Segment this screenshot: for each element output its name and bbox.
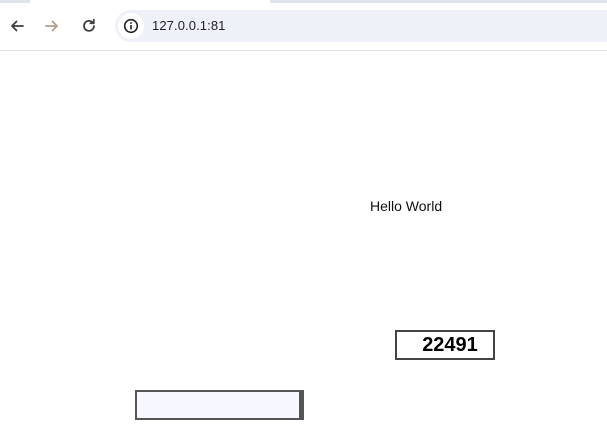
counter-value: 22491 (422, 333, 478, 356)
site-info-button[interactable] (118, 13, 144, 39)
page-viewport: Hello World 22491 (0, 51, 607, 431)
reload-icon (83, 18, 95, 32)
inactive-tab[interactable] (0, 0, 30, 3)
reload-button[interactable] (75, 12, 103, 40)
counter-display: 22491 (395, 330, 495, 360)
tab-strip (0, 0, 607, 3)
arrow-right-icon (45, 20, 58, 32)
address-bar[interactable]: 127.0.0.1:81 (115, 10, 607, 42)
back-button[interactable] (3, 12, 31, 40)
url-text[interactable]: 127.0.0.1:81 (152, 18, 226, 33)
text-input[interactable] (135, 390, 304, 420)
arrow-left-icon (11, 20, 24, 32)
browser-toolbar: 127.0.0.1:81 (0, 0, 607, 51)
active-tab[interactable] (30, 0, 270, 3)
forward-button[interactable] (38, 12, 66, 40)
greeting-text: Hello World (370, 198, 443, 214)
info-icon (123, 18, 139, 34)
